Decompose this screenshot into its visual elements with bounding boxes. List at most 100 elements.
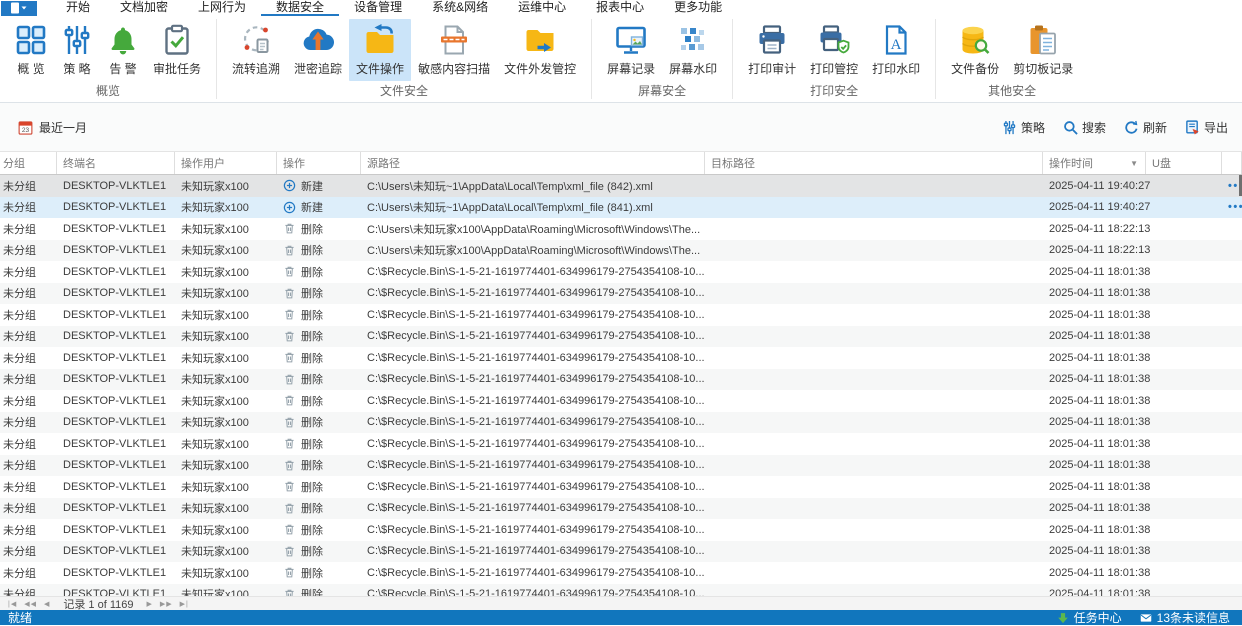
last-page-icon[interactable]: ▶|: [180, 600, 189, 608]
ribbon-button[interactable]: A 打印水印: [865, 19, 927, 81]
menu-tab[interactable]: 上网行为: [183, 0, 261, 16]
operation-cell: 删除: [277, 350, 361, 366]
table-row[interactable]: 未分组 DESKTOP-VLKTLE1 未知玩家x100 删除 C:\$Recycle.…: [0, 454, 1242, 476]
delete-trash-icon: [283, 330, 296, 343]
time-cell: 2025-04-11 18:22:13: [1049, 244, 1151, 257]
task-center-button[interactable]: 任务中心: [1057, 609, 1122, 626]
table-row[interactable]: 未分组 DESKTOP-VLKTLE1 未知玩家x100 删除 C:\$Recycle.…: [0, 519, 1242, 541]
time-cell: 2025-04-11 19:40:27: [1049, 201, 1151, 214]
delete-trash-icon: [283, 459, 296, 472]
menu-tab[interactable]: 数据安全: [261, 0, 340, 16]
refresh-button[interactable]: 刷新: [1124, 119, 1167, 136]
unread-messages-button[interactable]: 13条未读信息: [1140, 609, 1230, 626]
group-cell: 未分组: [3, 395, 36, 408]
column-header[interactable]: 操作时间 ▼: [1043, 152, 1146, 174]
search-icon: [1063, 120, 1078, 135]
menu-tab[interactable]: 设备管理: [339, 0, 417, 16]
table-row[interactable]: 未分组 DESKTOP-VLKTLE1 未知玩家x100 删除 C:\$Recycle.…: [0, 282, 1242, 304]
new-circle-plus-icon: [283, 179, 296, 192]
operation-label: 删除: [301, 331, 323, 344]
column-header[interactable]: 终端名: [57, 152, 175, 174]
ribbon-button[interactable]: 策 略: [54, 19, 100, 81]
column-header[interactable]: 目标路径: [705, 152, 1043, 174]
table-row[interactable]: 未分组 DESKTOP-VLKTLE1 未知玩家x100 删除 C:\$Recycle.…: [0, 433, 1242, 455]
table-row[interactable]: 未分组 DESKTOP-VLKTLE1 未知玩家x100 删除 C:\$Recycle.…: [0, 540, 1242, 562]
table-row[interactable]: 未分组 DESKTOP-VLKTLE1 未知玩家x100 删除 C:\$Recycle.…: [0, 497, 1242, 519]
user-cell: 未知玩家x100: [181, 309, 249, 322]
ribbon-button[interactable]: 文件备份: [944, 19, 1006, 81]
table-row[interactable]: 未分组 DESKTOP-VLKTLE1 未知玩家x100 删除 C:\$Recycle.…: [0, 347, 1242, 369]
ribbon-button[interactable]: 审批任务: [146, 19, 208, 81]
menu-bar: 开始 文档加密 上网行为 数据安全 设备管理 系统&网络 运维中心 报表中心 更多功能: [0, 0, 1242, 16]
column-header[interactable]: U盘: [1146, 152, 1222, 174]
sensitive-scan-icon: [438, 24, 470, 56]
menu-tab[interactable]: 运维中心: [503, 0, 581, 16]
export-button[interactable]: 导出: [1185, 119, 1228, 136]
ribbon-button[interactable]: 打印管控: [803, 19, 865, 81]
app-menu-button[interactable]: [1, 0, 37, 16]
approval-tasks-icon: [161, 24, 193, 56]
terminal-cell: DESKTOP-VLKTLE1: [63, 566, 167, 579]
ribbon-button-label: 文件外发管控: [504, 62, 577, 76]
prev-page-icon[interactable]: ◀: [44, 600, 50, 608]
column-header[interactable]: 分组: [0, 152, 57, 174]
column-header[interactable]: 源路径: [361, 152, 705, 174]
user-cell: 未知玩家x100: [181, 546, 249, 559]
ribbon-button[interactable]: 泄密追踪: [287, 19, 349, 81]
time-cell: 2025-04-11 18:01:38: [1049, 566, 1151, 579]
ribbon-button[interactable]: 文件操作: [349, 19, 412, 81]
table-row[interactable]: 未分组 DESKTOP-VLKTLE1 未知玩家x100 新建 C:\Users\未知玩…: [0, 196, 1242, 218]
table-row[interactable]: 未分组 DESKTOP-VLKTLE1 未知玩家x100 删除 C:\$Recycle.…: [0, 476, 1242, 498]
search-button[interactable]: 搜索: [1063, 119, 1106, 136]
menu-tab[interactable]: 系统&网络: [417, 0, 503, 16]
column-header[interactable]: 操作用户: [175, 152, 277, 174]
source-path-cell: C:\$Recycle.Bin\S-1-5-21-1619774401-6349…: [367, 308, 705, 321]
operation-cell: 删除: [277, 479, 361, 495]
table-row[interactable]: 未分组 DESKTOP-VLKTLE1 未知玩家x100 删除 C:\$Recycle.…: [0, 411, 1242, 433]
alert-bell-icon: [107, 24, 139, 56]
column-filter-icon[interactable]: ▼: [1130, 159, 1138, 168]
ribbon-button[interactable]: 告 警: [100, 19, 146, 81]
menu-tab[interactable]: 开始: [51, 0, 105, 16]
ribbon-button[interactable]: 打印审计: [741, 19, 803, 81]
table-row[interactable]: 未分组 DESKTOP-VLKTLE1 未知玩家x100 删除 C:\$Recycle.…: [0, 261, 1242, 283]
ribbon-button[interactable]: 剪切板记录: [1006, 19, 1080, 81]
time-cell: 2025-04-11 18:01:38: [1049, 416, 1151, 429]
policy-tool-button[interactable]: 策略: [1002, 119, 1045, 136]
table-row[interactable]: 未分组 DESKTOP-VLKTLE1 未知玩家x100 删除 C:\$Recycle.…: [0, 583, 1242, 596]
prev-fast-icon[interactable]: ◀◀: [24, 600, 37, 608]
next-page-icon[interactable]: ▶: [147, 600, 153, 608]
ribbon-button[interactable]: 屏幕水印: [662, 19, 724, 81]
menu-tab[interactable]: 文档加密: [105, 0, 183, 16]
ribbon-button[interactable]: 屏幕记录: [600, 19, 662, 81]
table-row[interactable]: 未分组 DESKTOP-VLKTLE1 未知玩家x100 删除 C:\$Recycle.…: [0, 562, 1242, 584]
table-row[interactable]: 未分组 DESKTOP-VLKTLE1 未知玩家x100 删除 C:\$Recycle.…: [0, 304, 1242, 326]
date-range-filter[interactable]: 23 最近一月: [18, 119, 87, 136]
table-row[interactable]: 未分组 DESKTOP-VLKTLE1 未知玩家x100 删除 C:\Users\未知玩…: [0, 218, 1242, 240]
row-menu-icon[interactable]: •••: [1228, 201, 1242, 213]
table-row[interactable]: 未分组 DESKTOP-VLKTLE1 未知玩家x100 删除 C:\$Recycle.…: [0, 368, 1242, 390]
menu-tab[interactable]: 报表中心: [581, 0, 659, 16]
table-row[interactable]: 未分组 DESKTOP-VLKTLE1 未知玩家x100 删除 C:\$Recycle.…: [0, 390, 1242, 412]
column-header[interactable]: 操作: [277, 152, 361, 174]
table-row[interactable]: 未分组 DESKTOP-VLKTLE1 未知玩家x100 新建 C:\Users\未知玩…: [0, 175, 1242, 197]
source-path-cell: C:\$Recycle.Bin\S-1-5-21-1619774401-6349…: [367, 265, 705, 278]
menu-tab[interactable]: 更多功能: [659, 0, 737, 16]
ribbon-button[interactable]: 流转追溯: [225, 19, 287, 81]
ribbon-button[interactable]: 文件外发管控: [497, 19, 583, 81]
table-row[interactable]: 未分组 DESKTOP-VLKTLE1 未知玩家x100 删除 C:\$Recycle.…: [0, 325, 1242, 347]
group-cell: 未分组: [3, 266, 36, 279]
task-center-download-icon: [1057, 612, 1069, 624]
column-header[interactable]: [1222, 152, 1242, 174]
delete-trash-icon: [283, 287, 296, 300]
print-control-icon: [818, 24, 850, 56]
first-page-icon[interactable]: |◀: [8, 600, 17, 608]
ribbon-button[interactable]: 概 览: [8, 19, 54, 81]
screen-record-icon: [615, 24, 647, 56]
next-fast-icon[interactable]: ▶▶: [160, 600, 173, 608]
user-cell: 未知玩家x100: [181, 567, 249, 580]
source-path-cell: C:\$Recycle.Bin\S-1-5-21-1619774401-6349…: [367, 566, 705, 579]
column-header-label: 操作用户: [181, 158, 225, 170]
ribbon-button[interactable]: 敏感内容扫描: [411, 19, 497, 81]
table-row[interactable]: 未分组 DESKTOP-VLKTLE1 未知玩家x100 删除 C:\Users\未知玩…: [0, 239, 1242, 261]
